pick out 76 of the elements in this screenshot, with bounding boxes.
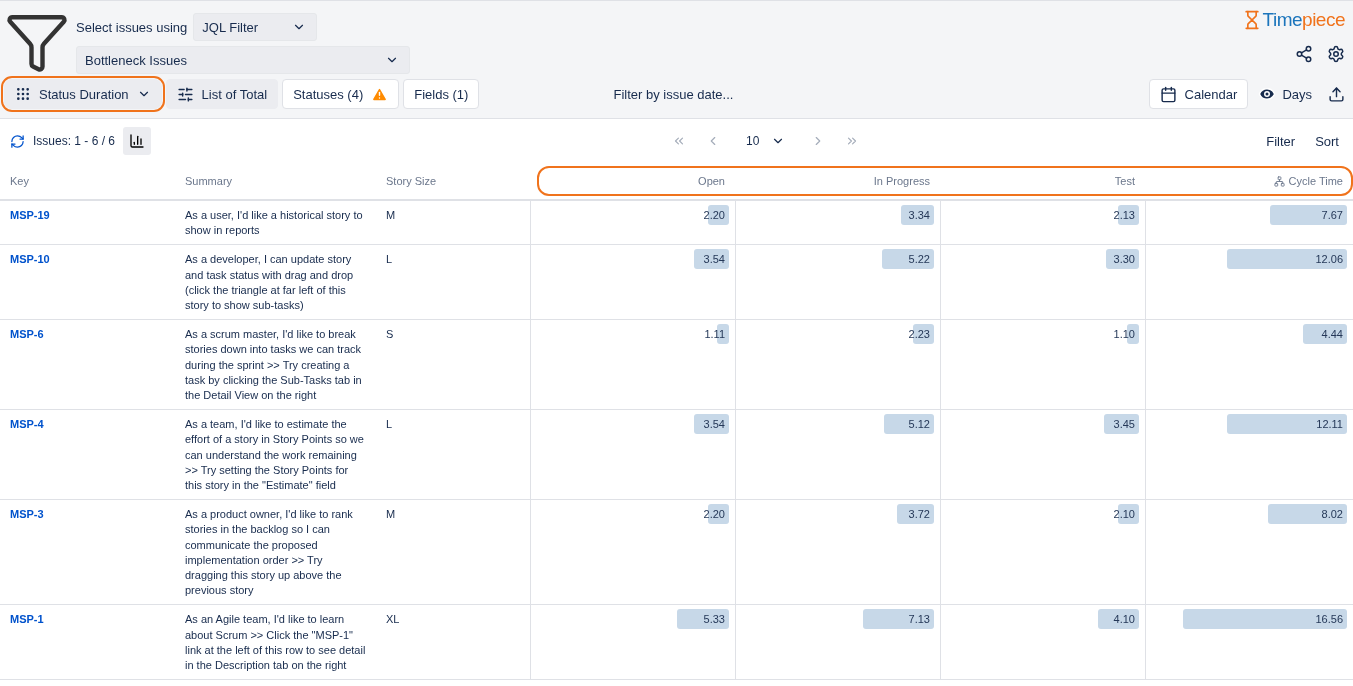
- duration-value: 3.30: [1113, 252, 1136, 268]
- bar-chart-icon: [129, 133, 146, 149]
- column-header[interactable]: Test: [940, 175, 1145, 187]
- issue-key-link[interactable]: MSP-10: [10, 253, 50, 266]
- duration-value: 3.72: [908, 507, 931, 523]
- summary-text: As an Agile team, I'd like to learn about Scrum >> Click the "MSP-1" link at the left of this row to see detail in the Description tab on the right: [185, 613, 366, 672]
- duration-value: 4.44: [1321, 327, 1344, 343]
- story-size: S: [386, 328, 394, 341]
- date-filter[interactable]: Filter by issue date...: [523, 86, 824, 102]
- duration-value: 2.23: [908, 327, 931, 343]
- duration-value: 2.20: [703, 208, 726, 223]
- select-label: Select issues using: [76, 19, 188, 35]
- toolbar-button[interactable]: List of Total: [165, 79, 279, 109]
- summary-text: As a user, I'd like a historical story to show in reports: [185, 209, 363, 237]
- duration-value: 16.56: [1315, 612, 1344, 628]
- issue-count: Issues: 1 - 6 / 6: [33, 134, 116, 148]
- column-header[interactable]: Cycle Time: [1145, 175, 1353, 187]
- duration-value: 4.10: [1113, 612, 1136, 628]
- duration-value: 2.10: [1113, 507, 1136, 523]
- duration-value: 5.22: [908, 252, 931, 268]
- column-header[interactable]: Story Size: [376, 175, 530, 187]
- summary-text: As a scrum master, I'd like to break stories down into tasks we can track during the sprint >> Try creating a task by clicking the Sub-Tasks tab in the Detail View on the right: [185, 328, 362, 402]
- filter-button[interactable]: Filter: [1260, 126, 1302, 156]
- grid-dots-icon: [15, 86, 31, 102]
- toolbar-button[interactable]: Fields (1): [403, 79, 480, 109]
- sort-button[interactable]: Sort: [1309, 126, 1345, 156]
- issue-key-link[interactable]: MSP-4: [10, 418, 44, 431]
- export-icon[interactable]: [1328, 85, 1345, 103]
- story-size: M: [386, 508, 396, 521]
- column-header[interactable]: In Progress: [735, 175, 940, 187]
- days-button[interactable]: Days: [1252, 79, 1318, 109]
- calendar-button[interactable]: Calendar: [1148, 79, 1249, 109]
- column-header[interactable]: Open: [530, 175, 735, 187]
- duration-value: 8.02: [1321, 507, 1344, 523]
- duration-value: 3.34: [908, 208, 931, 223]
- summary-text: As a product owner, I'd like to rank stories in the backlog so I can communicate the proposed implementation order >> Try dragging this story up above the previous story: [185, 508, 353, 597]
- summary-text: As a developer, I can update story and task status with drag and drop (click the triangle at far left of this story to show sub-tasks): [185, 253, 354, 311]
- issue-key-link[interactable]: MSP-19: [10, 209, 50, 221]
- share-icon[interactable]: [1295, 45, 1313, 63]
- warning-icon: [371, 85, 389, 103]
- issue-key-link[interactable]: MSP-6: [10, 328, 44, 341]
- duration-value: 2.13: [1113, 208, 1136, 223]
- filter-select[interactable]: Bottleneck Issues: [76, 46, 410, 74]
- story-size: L: [386, 253, 393, 266]
- duration-value: 12.06: [1315, 252, 1344, 268]
- duration-value: 5.12: [908, 417, 931, 433]
- duration-value: 12.11: [1316, 417, 1344, 433]
- page-size-select[interactable]: 10: [739, 133, 792, 149]
- source-select[interactable]: JQL Filter: [193, 13, 318, 41]
- column-header[interactable]: Summary: [175, 175, 376, 187]
- issue-key-link[interactable]: MSP-3: [10, 508, 44, 521]
- story-size: L: [386, 418, 393, 431]
- story-size: M: [386, 209, 396, 221]
- sliders-icon: [176, 85, 194, 103]
- calendar-icon: [1159, 85, 1177, 103]
- logo-text: Timepiece: [1262, 9, 1345, 31]
- duration-value: 2.20: [703, 507, 726, 523]
- refresh-icon[interactable]: [10, 133, 25, 149]
- chart-button[interactable]: [123, 127, 152, 155]
- toolbar-button[interactable]: Statuses (4): [282, 79, 400, 109]
- story-size: XL: [386, 613, 400, 626]
- duration-value: 7.13: [908, 612, 931, 628]
- duration-value: 3.45: [1113, 417, 1136, 433]
- duration-value: 7.67: [1321, 208, 1344, 223]
- duration-value: 5.33: [703, 612, 726, 628]
- issue-key-link[interactable]: MSP-1: [10, 613, 44, 626]
- view-dropdown[interactable]: Status Duration: [4, 79, 162, 109]
- duration-value: 3.54: [703, 252, 726, 268]
- column-header[interactable]: Key: [0, 175, 175, 187]
- hierarchy-icon: [1273, 175, 1285, 187]
- duration-value: 1.10: [1113, 327, 1136, 343]
- duration-value: 1.11: [704, 327, 726, 343]
- duration-value: 3.54: [703, 417, 726, 433]
- summary-text: As a team, I'd like to estimate the effort of a story in Story Points so we can understand the work remaining >> Try setting the Story Points for this story in the "Estimate" field: [185, 418, 364, 492]
- settings-icon[interactable]: [1327, 45, 1345, 63]
- eye-icon: [1258, 85, 1277, 103]
